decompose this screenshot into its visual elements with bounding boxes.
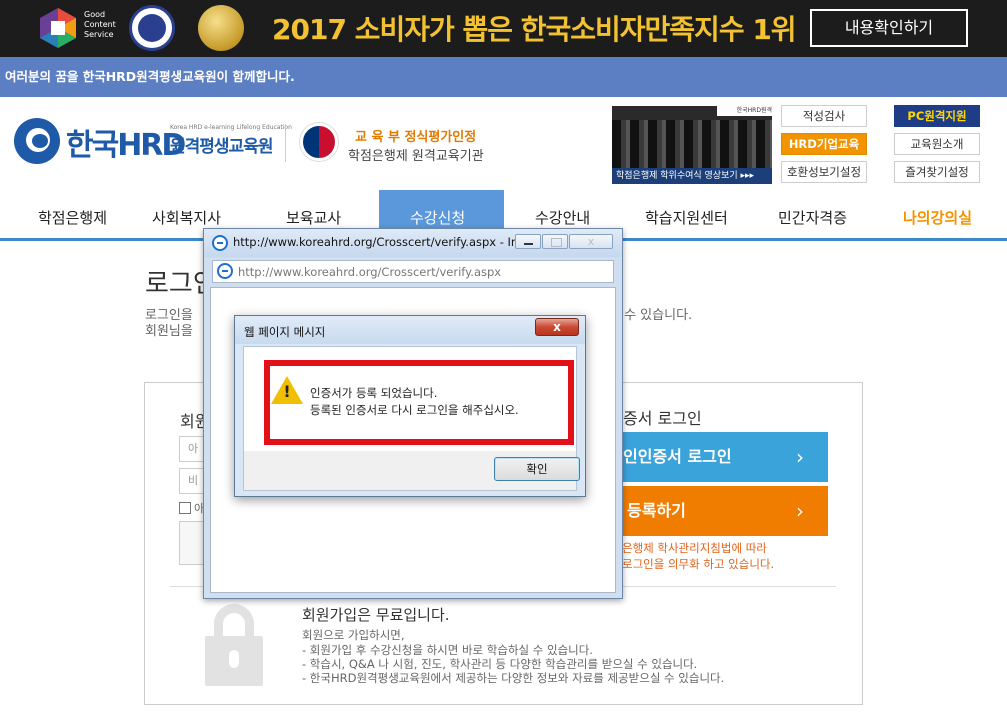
ie-window-title: http://www.koreahrd.org/Crosscert/verify… <box>233 235 530 249</box>
page-description-2: 회원님을 <box>145 324 193 339</box>
banner-confirm-button[interactable]: 내용확인하기 <box>810 9 968 47</box>
ministry-label: 교 육 부 정식평가인정 <box>355 130 477 145</box>
certificate-register-button[interactable]: 등록하기 › <box>607 486 828 536</box>
nav-credit-bank[interactable]: 학점은행제 <box>38 207 107 228</box>
nav-my-classroom[interactable]: 나의강의실 <box>903 207 972 228</box>
top-banner[interactable]: Good Content Service 2017 소비자가 뽑은 한국소비자만… <box>0 0 1007 57</box>
hrd-logo-icon[interactable] <box>14 118 60 164</box>
video-brand: 한국HRD원격 <box>717 106 772 116</box>
nav-childcare-teacher[interactable]: 보육교사 <box>286 207 341 228</box>
ie-titlebar[interactable]: http://www.koreahrd.org/Crosscert/verify… <box>204 229 622 257</box>
ie-address-text: http://www.koreahrd.org/Crosscert/verify… <box>238 265 502 279</box>
pc-remote-support-button[interactable]: PC원격지원 <box>894 105 980 127</box>
aptitude-test-button[interactable]: 적성검사 <box>781 105 867 127</box>
ie-browser-icon <box>212 235 228 251</box>
dialog-title: 웹 페이지 메시지 <box>244 325 326 339</box>
lock-keyhole <box>229 650 239 668</box>
good-content-logo-icon <box>40 8 76 48</box>
join-benefit-line: - 한국HRD원격평생교육원에서 제공하는 다양한 정보와 자료를 제공받으실 … <box>302 671 725 685</box>
good-content-label: Good Content Service <box>84 10 116 39</box>
warning-mark: ! <box>283 382 291 401</box>
maximize-icon[interactable] <box>542 234 568 249</box>
video-caption[interactable]: 학점은행제 학위수여식 영상보기 ▸▸▸ <box>612 168 772 184</box>
add-favorites-button[interactable]: 즐겨찾기설정 <box>894 161 980 183</box>
slogan-bar: 여러분의 꿈을 한국HRD원격평생교육원이 함께합니다. <box>0 57 1007 97</box>
nav-course-registration[interactable]: 수강신청 <box>410 207 465 228</box>
header-divider <box>285 124 286 162</box>
web-page-message-dialog[interactable]: 웹 페이지 메시지 x ! 인증서가 등록 되었습니다. 등록된 인증서로 다시… <box>234 315 586 497</box>
join-benefit-line: 회원으로 가입하시면, <box>302 628 405 642</box>
certificate-note-2: 로그인을 의무화 하고 있습니다. <box>622 557 775 571</box>
site-logo-text[interactable]: 한국HRD <box>66 120 186 164</box>
gold-medal-icon <box>198 5 244 51</box>
dialog-message-line-2: 등록된 인증서로 다시 로그인을 해주십시오. <box>310 403 519 417</box>
dialog-titlebar[interactable]: 웹 페이지 메시지 x <box>235 316 585 344</box>
remember-id-checkbox[interactable] <box>179 502 191 514</box>
award-seal-icon <box>129 5 175 51</box>
join-title: 회원가입은 무료입니다. <box>302 606 450 624</box>
ok-button[interactable]: 확인 <box>494 457 580 481</box>
site-logo-subtitle: Korea HRD e-learning Lifelong Education <box>170 124 292 131</box>
nav-social-worker[interactable]: 사회복지사 <box>152 207 221 228</box>
nav-private-certificates[interactable]: 민간자격증 <box>778 207 847 228</box>
minimize-icon[interactable] <box>515 234 541 249</box>
compatibility-view-button[interactable]: 호환성보기설정 <box>781 161 867 183</box>
dialog-message-line-1: 인증서가 등록 되었습니다. <box>310 386 438 400</box>
chevron-right-icon: › <box>796 499 804 523</box>
dialog-body: ! 인증서가 등록 되었습니다. 등록된 인증서로 다시 로그인을 해주십시오.… <box>243 346 580 491</box>
institute-intro-button[interactable]: 교육원소개 <box>894 133 980 155</box>
certificate-register-label: 등록하기 <box>627 501 686 520</box>
dialog-close-icon[interactable]: x <box>535 318 579 336</box>
certificate-note-1: 은행제 학사관리지침법에 따라 <box>622 541 767 555</box>
ie-address-bar[interactable]: http://www.koreahrd.org/Crosscert/verify… <box>212 260 614 283</box>
certificate-login-heading: 증서 로그인 <box>623 409 702 428</box>
nav-learning-support[interactable]: 학습지원센터 <box>645 207 728 228</box>
nav-course-guide[interactable]: 수강안내 <box>535 207 590 228</box>
banner-title: 2017 소비자가 뽑은 한국소비자만족지수 1위 <box>272 13 797 46</box>
chevron-right-icon: › <box>796 445 804 469</box>
ie-page-icon <box>217 263 233 279</box>
hrd-corporate-education-button[interactable]: HRD기업교육 <box>781 133 867 155</box>
certificate-login-button[interactable]: 인인증서 로그인 › <box>607 432 828 482</box>
certificate-login-label: 인인증서 로그인 <box>623 447 732 466</box>
accreditation-label: 학점은행제 원격교육기관 <box>348 149 484 164</box>
ministry-emblem-icon <box>300 123 338 161</box>
close-icon[interactable]: x <box>569 234 613 249</box>
graduation-photo <box>612 120 772 168</box>
site-logo-name[interactable]: 원격평생교육원 <box>170 132 273 157</box>
